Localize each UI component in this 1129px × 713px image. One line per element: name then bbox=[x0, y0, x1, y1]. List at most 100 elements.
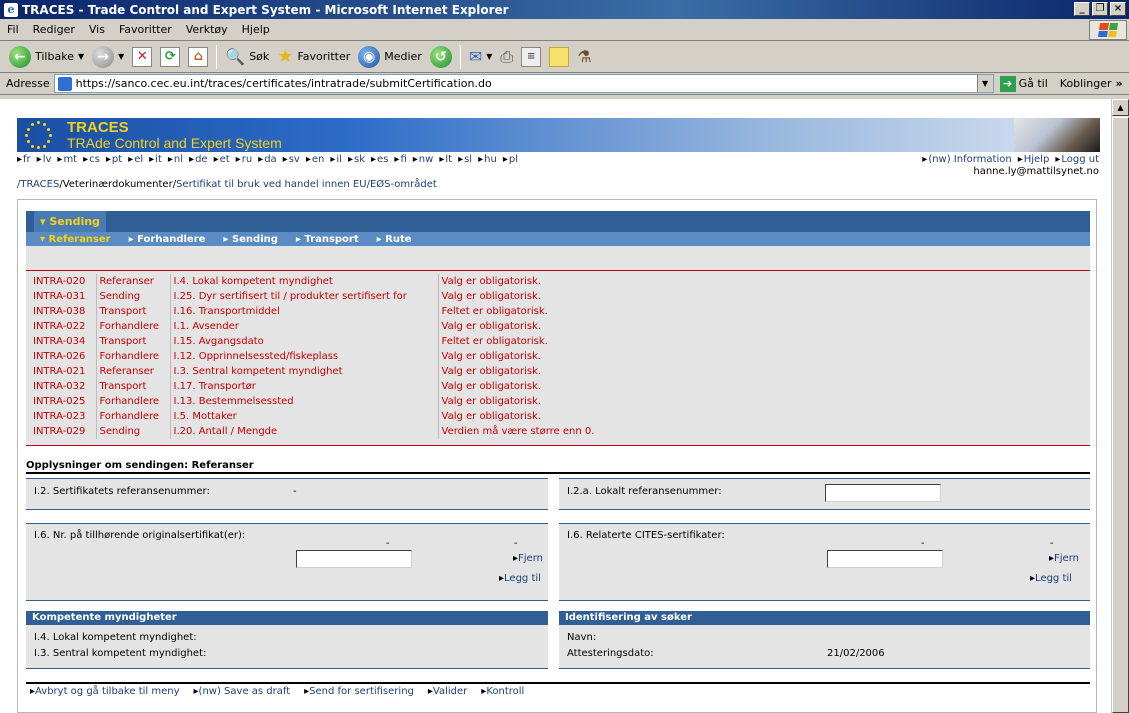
lang-link[interactable]: en bbox=[306, 154, 325, 165]
links-button[interactable]: Koblinger bbox=[1060, 77, 1112, 90]
lang-link[interactable]: es bbox=[371, 154, 388, 165]
authorities-panel: Kompetente myndigheter I.4. Lokal kompet… bbox=[26, 611, 548, 669]
action-links: Avbryt og gå tilbake til meny (nw) Save … bbox=[26, 682, 1090, 697]
tab-referanser[interactable]: Referanser bbox=[40, 234, 111, 245]
lang-link[interactable]: lt bbox=[439, 154, 452, 165]
lang-link[interactable]: hu bbox=[478, 154, 497, 165]
logout-link[interactable]: Logg ut bbox=[1055, 154, 1099, 165]
local-ref-input[interactable] bbox=[825, 484, 941, 502]
error-message: Valg er obligatorisk. bbox=[441, 291, 542, 302]
scroll-thumb[interactable] bbox=[1112, 117, 1129, 713]
lang-link[interactable]: cs bbox=[83, 154, 100, 165]
help-link[interactable]: Hjelp bbox=[1018, 154, 1050, 165]
submit-certification-link[interactable]: Send for sertifisering bbox=[304, 686, 414, 697]
lang-link[interactable]: da bbox=[258, 154, 276, 165]
lang-link[interactable]: il bbox=[330, 154, 342, 165]
refresh-button[interactable]: ⟳ bbox=[157, 43, 183, 71]
lang-link[interactable]: sl bbox=[458, 154, 472, 165]
mail-dropdown-icon[interactable]: ▼ bbox=[486, 52, 492, 61]
minimize-button[interactable]: _ bbox=[1074, 2, 1090, 16]
error-row: INTRA-026 Forhandlere I.12. Opprinnelsesst… bbox=[30, 349, 597, 364]
lang-link[interactable]: lv bbox=[37, 154, 52, 165]
chevron-right-icon[interactable]: » bbox=[1116, 77, 1123, 90]
error-message: Valg er obligatorisk. bbox=[441, 396, 542, 407]
lang-link[interactable]: ru bbox=[236, 154, 252, 165]
error-row: INTRA-022 Forhandlere I.1. Avsender Valg er… bbox=[30, 319, 597, 334]
lang-link[interactable]: pt bbox=[106, 154, 122, 165]
lang-link[interactable]: fi bbox=[394, 154, 406, 165]
history-button[interactable]: ↺ bbox=[427, 43, 455, 71]
breadcrumb-home[interactable]: /TRACES bbox=[17, 179, 59, 190]
menu-vis[interactable]: Vis bbox=[82, 23, 112, 36]
tab-rute[interactable]: Rute bbox=[377, 234, 411, 245]
forward-button[interactable]: → ▼ bbox=[89, 43, 127, 71]
scroll-up-icon[interactable]: ▲ bbox=[1112, 99, 1129, 116]
error-code: INTRA-025 bbox=[30, 394, 97, 409]
address-input[interactable]: https://sanco.cec.eu.int/traces/certific… bbox=[53, 74, 994, 93]
orig-cert-input[interactable] bbox=[296, 550, 412, 568]
address-dropdown-icon[interactable]: ▼ bbox=[976, 75, 993, 92]
back-button[interactable]: ← Tilbake ▼ bbox=[6, 43, 87, 71]
favorites-button[interactable]: ★ Favoritter bbox=[274, 43, 353, 71]
menu-fil[interactable]: Fil bbox=[0, 23, 26, 36]
save-draft-link[interactable]: (nw) Save as draft bbox=[194, 686, 291, 697]
cites-input[interactable] bbox=[827, 550, 943, 568]
ie-icon: e bbox=[4, 2, 18, 17]
restore-button[interactable]: ❐ bbox=[1092, 2, 1108, 16]
go-arrow-icon: ➔ bbox=[999, 75, 1016, 92]
search-button[interactable]: 🔍 Søk bbox=[222, 43, 272, 71]
media-button[interactable]: ◉ Medier bbox=[355, 43, 425, 71]
window-title: TRACES - Trade Control and Expert System… bbox=[22, 2, 509, 17]
validate-link[interactable]: Valider bbox=[428, 686, 467, 697]
edit-button[interactable]: ≡ bbox=[518, 43, 544, 71]
information-link[interactable]: (nw) Information bbox=[922, 154, 1011, 165]
vertical-scrollbar[interactable]: ▲ bbox=[1111, 99, 1129, 713]
lang-link[interactable]: it bbox=[149, 154, 162, 165]
cancel-link[interactable]: Avbryt og gå tilbake til meny bbox=[30, 686, 179, 697]
lang-link[interactable]: pl bbox=[503, 154, 518, 165]
check-link[interactable]: Kontroll bbox=[481, 686, 524, 697]
tab-transport[interactable]: Transport bbox=[296, 234, 358, 245]
error-field: I.3. Sentral kompetent myndighet bbox=[170, 364, 439, 379]
orig-cert-dash: - bbox=[386, 538, 390, 549]
tab-sending[interactable]: Sending bbox=[34, 211, 106, 232]
error-section: Referanser bbox=[96, 274, 171, 289]
cites-remove-link[interactable]: Fjern bbox=[1049, 553, 1079, 564]
research-button[interactable]: ⚗ bbox=[574, 43, 594, 71]
error-field: I.5. Mottaker bbox=[170, 409, 439, 424]
lang-link[interactable]: sv bbox=[283, 154, 300, 165]
lang-link[interactable]: fr bbox=[17, 154, 31, 165]
lang-link[interactable]: sk bbox=[348, 154, 365, 165]
breadcrumb-current[interactable]: Sertifikat til bruk ved handel innen EU/… bbox=[176, 179, 437, 190]
top-links: (nw) Information Hjelp Logg ut bbox=[922, 154, 1099, 165]
discuss-button[interactable] bbox=[546, 43, 572, 71]
orig-cert-add-link[interactable]: Legg til bbox=[499, 573, 541, 584]
mail-button[interactable]: ✉ ▼ bbox=[466, 43, 496, 71]
menu-bar: Fil Rediger Vis Favoritter Verktøy Hjelp bbox=[0, 19, 1129, 41]
close-button[interactable]: × bbox=[1110, 2, 1126, 16]
lang-link[interactable]: el bbox=[128, 154, 143, 165]
print-button[interactable]: ⎙ bbox=[497, 43, 516, 71]
forward-dropdown-icon[interactable]: ▼ bbox=[118, 52, 124, 61]
cites-add-link[interactable]: Legg til bbox=[1030, 573, 1072, 584]
menu-favoritter[interactable]: Favoritter bbox=[112, 23, 179, 36]
home-button[interactable]: ⌂ bbox=[185, 43, 211, 71]
menu-hjelp[interactable]: Hjelp bbox=[235, 23, 277, 36]
stop-button[interactable]: ✕ bbox=[129, 43, 155, 71]
error-code: INTRA-023 bbox=[30, 409, 97, 424]
go-button[interactable]: ➔ Gå til bbox=[999, 75, 1048, 92]
lang-link[interactable]: nw bbox=[413, 154, 434, 165]
edit-icon: ≡ bbox=[521, 46, 542, 67]
menu-rediger[interactable]: Rediger bbox=[26, 23, 82, 36]
lang-link[interactable]: de bbox=[189, 154, 208, 165]
back-dropdown-icon[interactable]: ▼ bbox=[78, 52, 84, 61]
window-titlebar: e TRACES - Trade Control and Expert Syst… bbox=[0, 0, 1129, 19]
lang-link[interactable]: et bbox=[214, 154, 230, 165]
tab-forhandlere[interactable]: Forhandlere bbox=[129, 234, 205, 245]
mail-icon: ✉ bbox=[468, 47, 483, 66]
lang-link[interactable]: nl bbox=[168, 154, 183, 165]
orig-cert-remove-link[interactable]: Fjern bbox=[513, 553, 543, 564]
lang-link[interactable]: mt bbox=[57, 154, 77, 165]
tab-sending-sub[interactable]: Sending bbox=[223, 234, 278, 245]
menu-verktoy[interactable]: Verktøy bbox=[179, 23, 235, 36]
